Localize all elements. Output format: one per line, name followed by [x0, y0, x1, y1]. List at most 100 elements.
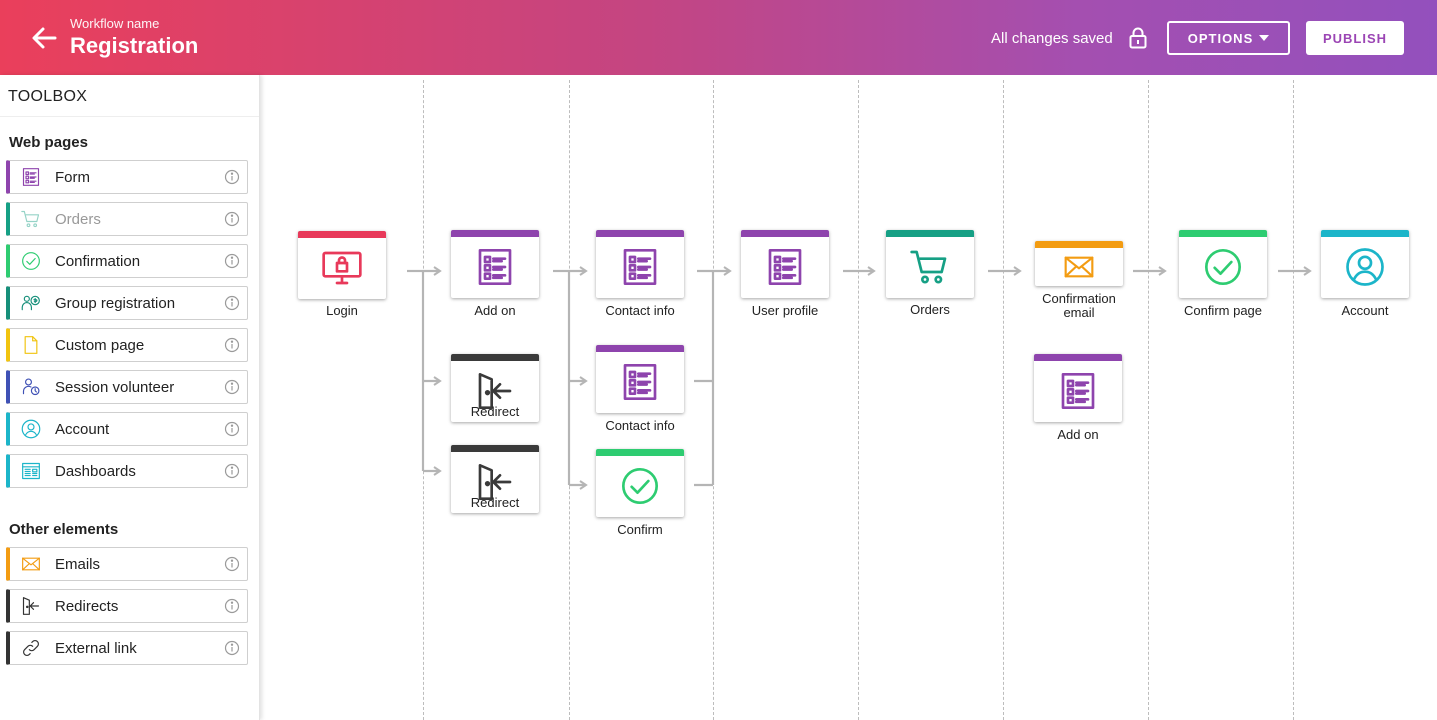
user-circle-icon	[1321, 242, 1409, 292]
lane-divider	[569, 80, 570, 720]
tool-label: Form	[55, 168, 90, 186]
tool-custom-page[interactable]: Custom page	[6, 328, 248, 362]
page-icon	[20, 334, 42, 356]
node-color-bar	[298, 231, 386, 238]
user-circle-icon	[20, 418, 42, 440]
tool-group-registration[interactable]: Group registration	[6, 286, 248, 320]
node-color-bar	[886, 230, 974, 237]
tool-form[interactable]: Form	[6, 160, 248, 194]
node-label: Contact info	[605, 418, 675, 433]
volunteer-icon	[20, 376, 42, 398]
workflow-canvas[interactable]	[261, 75, 1437, 720]
tool-label: Session volunteer	[55, 378, 175, 396]
tool-label: Emails	[55, 555, 101, 573]
info-icon[interactable]	[224, 211, 240, 227]
info-icon[interactable]	[224, 598, 240, 614]
form-icon	[741, 242, 829, 292]
node-confirm-page[interactable]	[1179, 230, 1267, 298]
node-label: Orders	[910, 302, 950, 317]
info-icon[interactable]	[224, 169, 240, 185]
link-icon	[20, 637, 42, 659]
node-add-on[interactable]	[451, 230, 539, 298]
node-color-bar	[1321, 230, 1409, 237]
tool-external-link[interactable]: External link	[6, 631, 248, 665]
info-icon[interactable]	[224, 379, 240, 395]
node-color-bar	[741, 230, 829, 237]
lock-icon[interactable]	[1128, 27, 1148, 49]
tool-label: Orders	[55, 210, 101, 228]
tool-emails[interactable]: Emails	[6, 547, 248, 581]
info-icon[interactable]	[224, 463, 240, 479]
tool-label: External link	[55, 639, 137, 657]
lane-divider	[858, 80, 859, 720]
group-icon	[20, 292, 42, 314]
node-color-bar	[451, 230, 539, 237]
info-icon[interactable]	[224, 556, 240, 572]
info-icon[interactable]	[224, 640, 240, 656]
node-confirm[interactable]	[596, 449, 684, 517]
node-color-bar	[1035, 241, 1123, 248]
options-button[interactable]: OPTIONS	[1167, 21, 1290, 55]
tool-confirmation[interactable]: Confirmation	[6, 244, 248, 278]
workflow-title[interactable]: Registration	[70, 33, 198, 59]
tool-session-volunteer[interactable]: Session volunteer	[6, 370, 248, 404]
tool-account[interactable]: Account	[6, 412, 248, 446]
node-label: Add on	[1057, 427, 1099, 442]
node-label: Contact info	[605, 303, 675, 318]
node-color-bar	[596, 449, 684, 456]
node-label: Confirm	[617, 522, 663, 537]
node-user-profile[interactable]	[741, 230, 829, 298]
dashboard-icon	[20, 460, 42, 482]
lane-divider	[423, 80, 424, 720]
node-label: Login	[326, 303, 358, 318]
form-icon	[596, 357, 684, 407]
options-label: OPTIONS	[1187, 30, 1254, 46]
check-circle-icon	[1179, 242, 1267, 292]
publish-button[interactable]: PUBLISH	[1306, 21, 1404, 55]
caret-down-icon	[1259, 35, 1270, 41]
check-circle-icon	[596, 461, 684, 511]
node-confirmation-email[interactable]	[1035, 241, 1123, 286]
back-arrow-icon[interactable]	[30, 24, 58, 52]
other-elements-heading: Other elements	[9, 521, 119, 538]
node-label: Redirect	[470, 495, 520, 510]
tool-label: Redirects	[55, 597, 119, 615]
lane-divider	[1148, 80, 1149, 720]
tool-redirects[interactable]: Redirects	[6, 589, 248, 623]
node-color-bar	[596, 230, 684, 237]
tool-label: Confirmation	[55, 252, 141, 270]
divider	[0, 116, 259, 117]
node-label: Redirect	[470, 404, 520, 419]
redirect-icon	[20, 595, 42, 617]
web-pages-heading: Web pages	[9, 134, 88, 151]
check-circle-icon	[20, 250, 42, 272]
toolbox-title: TOOLBOX	[8, 88, 88, 105]
node-label: Add on	[474, 303, 516, 318]
lane-divider	[713, 80, 714, 720]
envelope-icon	[1035, 249, 1123, 285]
tool-label: Group registration	[55, 294, 176, 312]
app-header: Workflow name Registration All changes s…	[0, 0, 1437, 75]
info-icon[interactable]	[224, 337, 240, 353]
node-color-bar	[1179, 230, 1267, 237]
node-orders[interactable]	[886, 230, 974, 298]
form-icon	[1034, 366, 1122, 416]
node-color-bar	[451, 445, 539, 452]
tool-orders[interactable]: Orders	[6, 202, 248, 236]
cart-icon	[20, 208, 42, 230]
info-icon[interactable]	[224, 295, 240, 311]
node-add-on[interactable]	[1034, 354, 1122, 422]
tool-label: Custom page	[55, 336, 145, 354]
info-icon[interactable]	[224, 253, 240, 269]
info-icon[interactable]	[224, 421, 240, 437]
node-color-bar	[1034, 354, 1122, 361]
node-label: Account	[1341, 303, 1389, 318]
node-login[interactable]	[298, 231, 386, 299]
node-label: Confirm page	[1183, 303, 1263, 318]
node-account[interactable]	[1321, 230, 1409, 298]
tool-label: Account	[55, 420, 110, 438]
node-contact-info[interactable]	[596, 230, 684, 298]
node-color-bar	[596, 345, 684, 352]
node-contact-info[interactable]	[596, 345, 684, 413]
tool-dashboards[interactable]: Dashboards	[6, 454, 248, 488]
